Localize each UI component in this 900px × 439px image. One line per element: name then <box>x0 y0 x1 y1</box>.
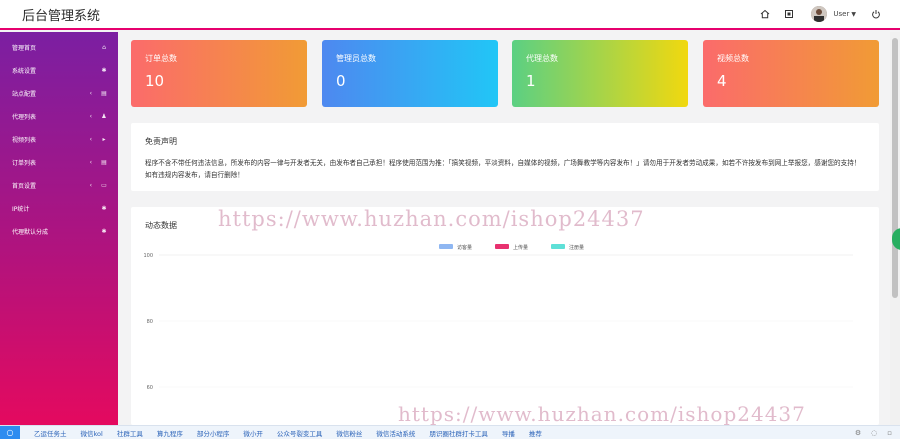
avatar <box>811 6 828 22</box>
sidebar-item-label: 订单列表 <box>12 160 37 167</box>
sidebar-item[interactable]: 代理列表 ‹ ♟ <box>0 105 118 128</box>
sidebar-item[interactable]: 代理默认分成 ✱ <box>0 220 118 243</box>
stat-card-videos[interactable]: 视频总数 4 <box>703 40 879 107</box>
fullscreen-icon[interactable] <box>777 2 801 26</box>
sidebar-item-label: 视频列表 <box>12 137 37 144</box>
gear-icon: ✱ <box>101 228 107 235</box>
scrollbar-thumb[interactable] <box>892 38 898 298</box>
bottom-toolbar: ○ 乙运任务土 微信kol 社群工具 算九程序 部分小程序 微小开 公众号裂变工具 微信粉丝 微… <box>0 425 900 439</box>
list-icon: ▤ <box>101 159 107 166</box>
stat-title: 订单总数 <box>145 54 177 63</box>
stat-value: 0 <box>336 72 346 90</box>
watermark: https://www.huzhan.com/ishop24437 <box>218 207 645 231</box>
stat-title: 代理总数 <box>526 54 558 63</box>
chart-panel: 动态数据 访客量 上传量 注册量 100 80 60 <box>131 207 879 425</box>
sidebar-item-label: IP统计 <box>12 206 30 213</box>
y-tick-label: 60 <box>147 385 153 391</box>
stat-card-agents[interactable]: 代理总数 1 <box>512 40 688 107</box>
stat-card-admins[interactable]: 管理员总数 0 <box>322 40 498 107</box>
settings-icon[interactable]: ◌ <box>871 429 877 437</box>
user-name: User <box>833 10 850 18</box>
bottombar-link[interactable]: 微信kol <box>81 428 103 438</box>
stat-card-orders[interactable]: 订单总数 10 <box>131 40 307 107</box>
user-icon: ♟ <box>101 113 107 120</box>
bottombar-link[interactable]: 算九程序 <box>157 428 183 438</box>
chevron-left-icon: ‹ <box>89 182 92 189</box>
list-icon: ▤ <box>101 90 107 97</box>
disclaimer-panel: 免责声明 程序不含不带任何违法信息，所发布的内容一律与开发者无关，由发布者自己承… <box>131 123 879 191</box>
legend-label[interactable]: 上传量 <box>513 244 528 251</box>
sidebar-item-label: 首页设置 <box>12 183 37 190</box>
monitor-icon: ▭ <box>101 182 107 189</box>
sidebar: 管理首页 ⌂ 系统设置 ✱ 站点配置 ‹ ▤ 代理列表 ‹ ♟ 视频列表 ‹ ▸ 订单列表 ‹ ▤ 首页设置 ‹ ▭… <box>0 32 118 425</box>
legend-swatch[interactable] <box>551 244 565 249</box>
sidebar-item[interactable]: 视频列表 ‹ ▸ <box>0 128 118 151</box>
legend-label[interactable]: 访客量 <box>457 244 472 251</box>
sidebar-item-label: 代理默认分成 <box>12 229 49 236</box>
caret-down-icon: ▼ <box>851 10 856 18</box>
play-icon: ▸ <box>102 136 106 143</box>
disclaimer-title: 免责声明 <box>145 137 177 146</box>
chevron-left-icon: ‹ <box>89 90 92 97</box>
bottombar-link[interactable]: 朋识圈社群打卡工具 <box>429 428 488 438</box>
chevron-left-icon: ‹ <box>89 113 92 120</box>
y-tick-label: 100 <box>143 253 153 259</box>
sidebar-item-label: 代理列表 <box>12 114 37 121</box>
expand-icon[interactable]: ▫ <box>887 429 892 437</box>
sidebar-item[interactable]: 系统设置 ✱ <box>0 59 118 82</box>
bottombar-link[interactable]: 微信粉丝 <box>336 428 362 438</box>
sidebar-item[interactable]: 订单列表 ‹ ▤ <box>0 151 118 174</box>
bottombar-link[interactable]: 推荐 <box>529 428 542 438</box>
app-title: 后台管理系统 <box>22 8 101 24</box>
legend-label[interactable]: 注册量 <box>569 244 584 251</box>
bottombar-tray: ⚙ ◌ ▫ <box>845 429 900 437</box>
stat-title: 管理员总数 <box>336 54 376 63</box>
bottombar-link[interactable]: 乙运任务土 <box>34 428 67 438</box>
chevron-left-icon: ‹ <box>89 159 92 166</box>
legend-swatch[interactable] <box>439 244 453 249</box>
bottombar-link[interactable]: 导播 <box>502 428 515 438</box>
user-menu[interactable]: User ▼ <box>811 6 856 22</box>
sidebar-item[interactable]: IP统计 ✱ <box>0 197 118 220</box>
chevron-left-icon: ‹ <box>89 136 92 143</box>
sidebar-item[interactable]: 站点配置 ‹ ▤ <box>0 82 118 105</box>
legend-swatch[interactable] <box>495 244 509 249</box>
home-icon[interactable] <box>753 2 777 26</box>
line-chart: 访客量 上传量 注册量 100 80 60 <box>143 244 853 391</box>
sidebar-item[interactable]: 首页设置 ‹ ▭ <box>0 174 118 197</box>
watermark: https://www.huzhan.com/ishop24437 <box>398 402 806 426</box>
bottombar-link[interactable]: 部分小程序 <box>197 428 230 438</box>
sidebar-item-label: 管理首页 <box>12 45 37 52</box>
stat-value: 4 <box>717 72 727 90</box>
bottombar-link[interactable]: 微小开 <box>243 428 263 438</box>
sidebar-item-label: 系统设置 <box>12 68 37 75</box>
circle-icon[interactable]: ○ <box>0 425 20 439</box>
sidebar-item[interactable]: 管理首页 ⌂ <box>0 36 118 59</box>
home-icon: ⌂ <box>102 44 106 51</box>
bottombar-link[interactable]: 社群工具 <box>117 428 143 438</box>
bottombar-link[interactable]: 公众号裂变工具 <box>277 428 323 438</box>
sidebar-item-label: 站点配置 <box>12 91 37 98</box>
header-actions: User ▼ <box>753 2 900 26</box>
gear-icon: ✱ <box>101 205 107 212</box>
top-header: 后台管理系统 User ▼ <box>0 0 900 30</box>
stat-value: 1 <box>526 72 536 90</box>
power-icon[interactable] <box>864 2 888 26</box>
gear-icon[interactable]: ⚙ <box>855 429 861 437</box>
bottombar-link[interactable]: 微信活动系统 <box>376 428 415 438</box>
disclaimer-text: 程序不含不带任何违法信息，所发布的内容一律与开发者无关，由发布者自己承担！程序使… <box>145 159 861 179</box>
gear-icon: ✱ <box>101 67 107 74</box>
stat-title: 视频总数 <box>717 54 749 63</box>
stat-value: 10 <box>145 72 165 90</box>
y-tick-label: 80 <box>147 319 153 325</box>
